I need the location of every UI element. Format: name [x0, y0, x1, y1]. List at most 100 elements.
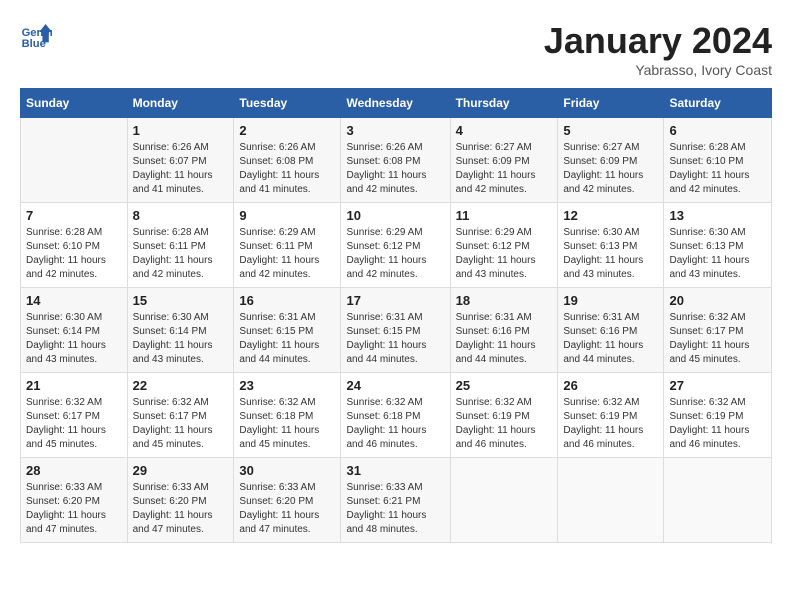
- day-info: Sunrise: 6:31 AMSunset: 6:15 PMDaylight:…: [239, 311, 335, 367]
- day-number: 3: [346, 123, 444, 138]
- calendar-cell: 29 Sunrise: 6:33 AMSunset: 6:20 PMDayligh…: [127, 458, 234, 543]
- calendar-cell: 5 Sunrise: 6:27 AMSunset: 6:09 PMDaylight…: [558, 118, 664, 203]
- calendar-cell: 3 Sunrise: 6:26 AMSunset: 6:08 PMDaylight…: [341, 118, 450, 203]
- calendar-cell: 4 Sunrise: 6:27 AMSunset: 6:09 PMDaylight…: [450, 118, 558, 203]
- logo: General Blue: [20, 20, 52, 52]
- day-info: Sunrise: 6:27 AMSunset: 6:09 PMDaylight:…: [456, 141, 553, 197]
- day-info: Sunrise: 6:27 AMSunset: 6:09 PMDaylight:…: [563, 141, 658, 197]
- day-number: 7: [26, 208, 122, 223]
- calendar-cell: 18 Sunrise: 6:31 AMSunset: 6:16 PMDayligh…: [450, 288, 558, 373]
- day-info: Sunrise: 6:30 AMSunset: 6:13 PMDaylight:…: [563, 226, 658, 282]
- calendar-cell: 25 Sunrise: 6:32 AMSunset: 6:19 PMDayligh…: [450, 373, 558, 458]
- day-info: Sunrise: 6:28 AMSunset: 6:11 PMDaylight:…: [133, 226, 229, 282]
- calendar-cell: 17 Sunrise: 6:31 AMSunset: 6:15 PMDayligh…: [341, 288, 450, 373]
- day-number: 15: [133, 293, 229, 308]
- day-number: 30: [239, 463, 335, 478]
- calendar-cell: [21, 118, 128, 203]
- calendar-cell: 19 Sunrise: 6:31 AMSunset: 6:16 PMDayligh…: [558, 288, 664, 373]
- day-number: 21: [26, 378, 122, 393]
- calendar-cell: 14Sunrise: 6:30 AMSunset: 6:14 PMDayligh…: [21, 288, 128, 373]
- calendar-cell: [450, 458, 558, 543]
- day-number: 6: [669, 123, 766, 138]
- day-number: 12: [563, 208, 658, 223]
- month-title: January 2024: [544, 20, 772, 62]
- day-info: Sunrise: 6:32 AMSunset: 6:19 PMDaylight:…: [456, 396, 553, 452]
- header-friday: Friday: [558, 89, 664, 118]
- day-number: 19: [563, 293, 658, 308]
- day-info: Sunrise: 6:29 AMSunset: 6:12 PMDaylight:…: [346, 226, 444, 282]
- day-number: 22: [133, 378, 229, 393]
- day-number: 24: [346, 378, 444, 393]
- day-number: 16: [239, 293, 335, 308]
- calendar-cell: 20Sunrise: 6:32 AMSunset: 6:17 PMDayligh…: [664, 288, 772, 373]
- day-number: 5: [563, 123, 658, 138]
- calendar-cell: 28Sunrise: 6:33 AMSunset: 6:20 PMDayligh…: [21, 458, 128, 543]
- day-number: 14: [26, 293, 122, 308]
- day-number: 13: [669, 208, 766, 223]
- calendar-cell: 16 Sunrise: 6:31 AMSunset: 6:15 PMDayligh…: [234, 288, 341, 373]
- day-info: Sunrise: 6:31 AMSunset: 6:16 PMDaylight:…: [456, 311, 553, 367]
- day-number: 4: [456, 123, 553, 138]
- day-info: Sunrise: 6:33 AMSunset: 6:20 PMDaylight:…: [26, 481, 122, 537]
- day-info: Sunrise: 6:33 AMSunset: 6:20 PMDaylight:…: [239, 481, 335, 537]
- day-number: 18: [456, 293, 553, 308]
- calendar-cell: 8 Sunrise: 6:28 AMSunset: 6:11 PMDaylight…: [127, 203, 234, 288]
- calendar-cell: 9 Sunrise: 6:29 AMSunset: 6:11 PMDaylight…: [234, 203, 341, 288]
- calendar-cell: 22 Sunrise: 6:32 AMSunset: 6:17 PMDayligh…: [127, 373, 234, 458]
- day-info: Sunrise: 6:28 AMSunset: 6:10 PMDaylight:…: [669, 141, 766, 197]
- day-info: Sunrise: 6:32 AMSunset: 6:17 PMDaylight:…: [26, 396, 122, 452]
- calendar-cell: [558, 458, 664, 543]
- day-info: Sunrise: 6:31 AMSunset: 6:15 PMDaylight:…: [346, 311, 444, 367]
- day-info: Sunrise: 6:26 AMSunset: 6:07 PMDaylight:…: [133, 141, 229, 197]
- day-number: 17: [346, 293, 444, 308]
- calendar-cell: 31Sunrise: 6:33 AMSunset: 6:21 PMDayligh…: [341, 458, 450, 543]
- location-subtitle: Yabrasso, Ivory Coast: [544, 62, 772, 78]
- day-info: Sunrise: 6:30 AMSunset: 6:13 PMDaylight:…: [669, 226, 766, 282]
- week-row-1: 1 Sunrise: 6:26 AMSunset: 6:07 PMDaylight…: [21, 118, 772, 203]
- day-number: 2: [239, 123, 335, 138]
- day-info: Sunrise: 6:26 AMSunset: 6:08 PMDaylight:…: [346, 141, 444, 197]
- calendar-cell: 12 Sunrise: 6:30 AMSunset: 6:13 PMDayligh…: [558, 203, 664, 288]
- day-info: Sunrise: 6:32 AMSunset: 6:19 PMDaylight:…: [669, 396, 766, 452]
- header-monday: Monday: [127, 89, 234, 118]
- day-number: 25: [456, 378, 553, 393]
- day-number: 8: [133, 208, 229, 223]
- calendar-cell: 6 Sunrise: 6:28 AMSunset: 6:10 PMDaylight…: [664, 118, 772, 203]
- day-number: 27: [669, 378, 766, 393]
- calendar-cell: 11 Sunrise: 6:29 AMSunset: 6:12 PMDayligh…: [450, 203, 558, 288]
- day-number: 11: [456, 208, 553, 223]
- day-info: Sunrise: 6:31 AMSunset: 6:16 PMDaylight:…: [563, 311, 658, 367]
- day-number: 9: [239, 208, 335, 223]
- day-info: Sunrise: 6:32 AMSunset: 6:18 PMDaylight:…: [239, 396, 335, 452]
- week-row-5: 28Sunrise: 6:33 AMSunset: 6:20 PMDayligh…: [21, 458, 772, 543]
- calendar-cell: 7 Sunrise: 6:28 AMSunset: 6:10 PMDaylight…: [21, 203, 128, 288]
- day-info: Sunrise: 6:29 AMSunset: 6:12 PMDaylight:…: [456, 226, 553, 282]
- calendar-cell: 10Sunrise: 6:29 AMSunset: 6:12 PMDayligh…: [341, 203, 450, 288]
- day-info: Sunrise: 6:28 AMSunset: 6:10 PMDaylight:…: [26, 226, 122, 282]
- day-info: Sunrise: 6:32 AMSunset: 6:17 PMDaylight:…: [669, 311, 766, 367]
- header-wednesday: Wednesday: [341, 89, 450, 118]
- calendar-cell: 13 Sunrise: 6:30 AMSunset: 6:13 PMDayligh…: [664, 203, 772, 288]
- logo-icon: General Blue: [20, 20, 52, 52]
- calendar-cell: 26Sunrise: 6:32 AMSunset: 6:19 PMDayligh…: [558, 373, 664, 458]
- day-number: 1: [133, 123, 229, 138]
- day-number: 31: [346, 463, 444, 478]
- day-number: 29: [133, 463, 229, 478]
- calendar-cell: 27 Sunrise: 6:32 AMSunset: 6:19 PMDayligh…: [664, 373, 772, 458]
- calendar-cell: 23Sunrise: 6:32 AMSunset: 6:18 PMDayligh…: [234, 373, 341, 458]
- svg-text:Blue: Blue: [22, 38, 46, 50]
- day-info: Sunrise: 6:33 AMSunset: 6:20 PMDaylight:…: [133, 481, 229, 537]
- day-info: Sunrise: 6:29 AMSunset: 6:11 PMDaylight:…: [239, 226, 335, 282]
- calendar-table: SundayMondayTuesdayWednesdayThursdayFrid…: [20, 88, 772, 543]
- week-row-3: 14Sunrise: 6:30 AMSunset: 6:14 PMDayligh…: [21, 288, 772, 373]
- calendar-cell: [664, 458, 772, 543]
- day-number: 26: [563, 378, 658, 393]
- week-row-4: 21 Sunrise: 6:32 AMSunset: 6:17 PMDayligh…: [21, 373, 772, 458]
- header-sunday: Sunday: [21, 89, 128, 118]
- header-tuesday: Tuesday: [234, 89, 341, 118]
- title-area: January 2024 Yabrasso, Ivory Coast: [544, 20, 772, 78]
- day-info: Sunrise: 6:32 AMSunset: 6:17 PMDaylight:…: [133, 396, 229, 452]
- day-info: Sunrise: 6:32 AMSunset: 6:18 PMDaylight:…: [346, 396, 444, 452]
- calendar-cell: 24 Sunrise: 6:32 AMSunset: 6:18 PMDayligh…: [341, 373, 450, 458]
- week-row-2: 7 Sunrise: 6:28 AMSunset: 6:10 PMDaylight…: [21, 203, 772, 288]
